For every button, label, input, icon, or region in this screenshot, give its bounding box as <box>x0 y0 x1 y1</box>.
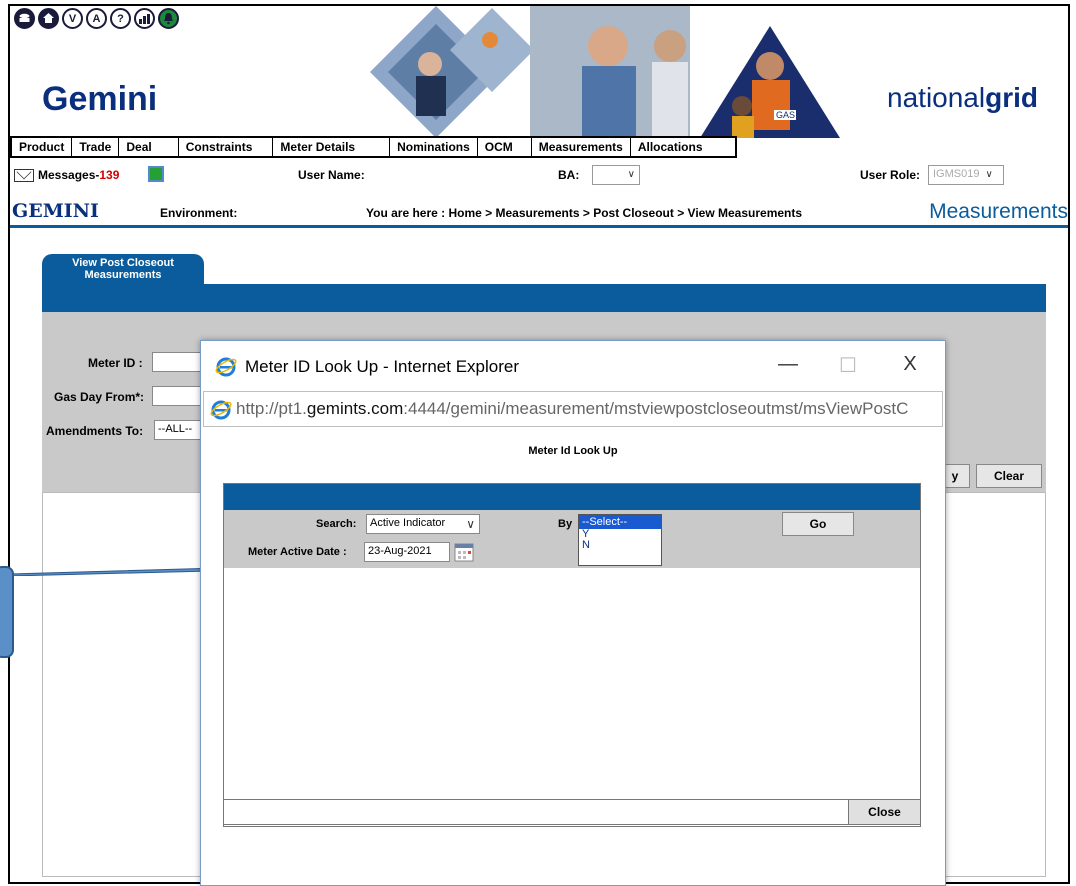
user-role-select-box: IGMS019 ∨ <box>928 165 1004 185</box>
menu-constraints[interactable]: Constraints <box>179 138 274 156</box>
maximize-button[interactable]: ☐ <box>833 353 863 378</box>
lookup-footer: Close <box>223 799 921 825</box>
user-role-select[interactable]: IGMS019 ∨ <box>928 165 1004 185</box>
hero-banner-image: GAS <box>370 6 840 138</box>
chart-icon[interactable] <box>134 8 155 29</box>
minimize-button[interactable]: — <box>773 353 803 376</box>
menu-meter-details[interactable]: Meter Details <box>273 138 391 156</box>
chevron-down-icon: ∨ <box>466 517 475 531</box>
status-icon[interactable] <box>148 166 164 182</box>
menu-allocations[interactable]: Allocations <box>631 138 735 156</box>
search-value: Active Indicator <box>370 517 446 529</box>
chevron-down-icon: ∨ <box>985 169 993 180</box>
home-icon[interactable] <box>38 8 59 29</box>
url-suffix: :4444/gemini/measurement/mstviewpostclos… <box>403 399 909 418</box>
by-option-select[interactable]: --Select-- <box>579 515 661 529</box>
bell-icon[interactable] <box>158 8 179 29</box>
user-role-value: IGMS019 <box>933 168 980 180</box>
url-prefix: http://pt1. <box>236 399 307 418</box>
lookup-frame: Search: Active Indicator ∨ By --Select-- … <box>223 483 921 827</box>
lookup-search-panel: Search: Active Indicator ∨ By --Select-- … <box>224 510 920 568</box>
by-option-y[interactable]: Y <box>579 529 661 540</box>
ba-label: BA: <box>558 168 580 182</box>
header-icon-row: V A ? <box>14 8 179 29</box>
disk-icon[interactable] <box>14 8 35 29</box>
by-label: By <box>558 518 573 530</box>
panel-header-bar <box>42 284 1046 312</box>
envelope-icon <box>14 169 34 183</box>
gas-label-on-image: GAS <box>776 110 795 120</box>
callout-box <box>0 566 14 658</box>
meter-active-date-label: Meter Active Date : <box>248 546 347 558</box>
gemini-wordmark: GEMINI <box>12 200 99 222</box>
brand-suffix: grid <box>985 82 1038 113</box>
a-icon[interactable]: A <box>86 8 107 29</box>
tab-view-post-closeout[interactable]: View Post Closeout Measurements <box>42 254 204 284</box>
user-role-label: User Role: <box>860 168 921 182</box>
ba-select[interactable]: ∨ <box>592 165 640 185</box>
menu-deal[interactable]: Deal <box>119 138 179 156</box>
green-status-icon <box>148 166 164 182</box>
lookup-header-bar <box>224 484 920 510</box>
by-option-n[interactable]: N <box>579 540 661 551</box>
brand-prefix: national <box>887 82 986 113</box>
national-grid-logo: nationalgrid <box>887 82 1038 114</box>
user-info-bar: Messages-139 User Name: BA: ∨ User Role:… <box>10 164 1068 190</box>
popup-titlebar: Meter ID Look Up - Internet Explorer — ☐… <box>201 341 945 391</box>
breadcrumb: You are here : Home > Measurements > Pos… <box>366 206 803 220</box>
main-menu: Product Trade Deal Constraints Meter Det… <box>10 136 737 158</box>
section-title: Measurements <box>929 200 1068 223</box>
menu-trade[interactable]: Trade <box>72 138 120 156</box>
menu-product[interactable]: Product <box>12 138 73 156</box>
chart-icon-svg <box>139 14 150 24</box>
close-window-button[interactable]: X <box>895 353 925 376</box>
calendar-icon[interactable] <box>454 542 474 562</box>
internet-explorer-icon <box>215 357 237 377</box>
title-bar: GEMINI Environment: You are here : Home … <box>10 198 1068 228</box>
messages-link[interactable]: Messages-139 <box>14 168 120 183</box>
address-bar[interactable]: http://pt1.gemints.com:4444/gemini/measu… <box>203 391 943 427</box>
home-icon-svg <box>43 13 54 23</box>
disk-icon-svg <box>19 13 30 22</box>
gas-day-from-label: Gas Day From*: <box>54 390 145 404</box>
go-button[interactable]: Go <box>782 512 854 536</box>
meter-id-label: Meter ID : <box>88 356 143 370</box>
environment-label: Environment: <box>160 206 238 220</box>
meter-active-date-input[interactable]: 23-Aug-2021 <box>364 542 450 562</box>
v-icon[interactable]: V <box>62 8 83 29</box>
url-text: http://pt1.gemints.com:4444/gemini/measu… <box>236 399 908 419</box>
meter-id-lookup-popup: Meter ID Look Up - Internet Explorer — ☐… <box>200 340 946 886</box>
chevron-down-icon: ∨ <box>627 169 635 180</box>
help-icon[interactable]: ? <box>110 8 131 29</box>
header: V A ? Gemini GAS nationalgrid <box>10 6 1068 138</box>
by-listbox[interactable]: --Select-- Y N <box>578 514 662 566</box>
amendments-to-label: Amendments To: <box>46 424 144 438</box>
search-select[interactable]: Active Indicator ∨ <box>366 514 480 534</box>
close-button[interactable]: Close <box>848 800 920 824</box>
url-domain: gemints.com <box>306 399 404 418</box>
bell-icon-svg <box>164 13 173 25</box>
popup-title: Meter ID Look Up - Internet Explorer <box>245 357 520 376</box>
menu-measurements[interactable]: Measurements <box>532 138 631 156</box>
messages-label: Messages- <box>38 168 100 182</box>
gemini-logo: Gemini <box>42 80 158 118</box>
lookup-heading: Meter Id Look Up <box>528 445 618 457</box>
user-name-label: User Name: <box>298 168 365 182</box>
page-ie-icon <box>210 400 232 420</box>
messages-count: 139 <box>99 168 120 182</box>
search-label: Search: <box>316 518 357 530</box>
clear-button[interactable]: Clear <box>976 464 1042 488</box>
menu-ocm[interactable]: OCM <box>478 138 532 156</box>
menu-nominations[interactable]: Nominations <box>390 138 478 156</box>
ba-select-box: ∨ <box>592 165 640 185</box>
